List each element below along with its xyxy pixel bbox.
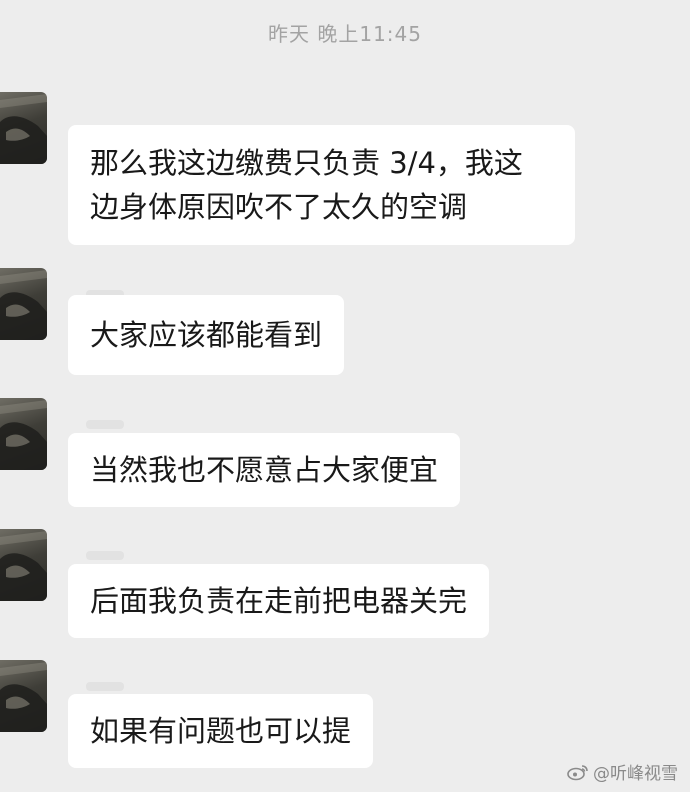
avatar[interactable] bbox=[0, 398, 47, 470]
sender-name-blurred bbox=[86, 420, 124, 429]
message-bubble: 大家应该都能看到 bbox=[68, 295, 345, 375]
message-bubble: 如果有问题也可以提 bbox=[68, 694, 374, 768]
avatar[interactable] bbox=[0, 268, 47, 340]
chat-timestamp: 昨天 晚上11:45 bbox=[268, 22, 422, 46]
avatar[interactable] bbox=[0, 529, 47, 601]
avatar[interactable] bbox=[0, 660, 47, 732]
avatar[interactable] bbox=[0, 92, 47, 164]
sender-name-blurred bbox=[86, 551, 124, 560]
watermark: @听峰视雪 bbox=[567, 759, 678, 784]
message-bubble: 那么我这边缴费只负责 3/4，我这 边身体原因吹不了太久的空调 bbox=[68, 125, 575, 245]
watermark-text: @听峰视雪 bbox=[593, 764, 678, 784]
sender-name-blurred bbox=[86, 682, 124, 691]
message-bubble: 后面我负责在走前把电器关完 bbox=[68, 564, 490, 638]
message-bubble: 当然我也不愿意占大家便宜 bbox=[68, 433, 461, 507]
weibo-logo-icon bbox=[567, 764, 588, 780]
